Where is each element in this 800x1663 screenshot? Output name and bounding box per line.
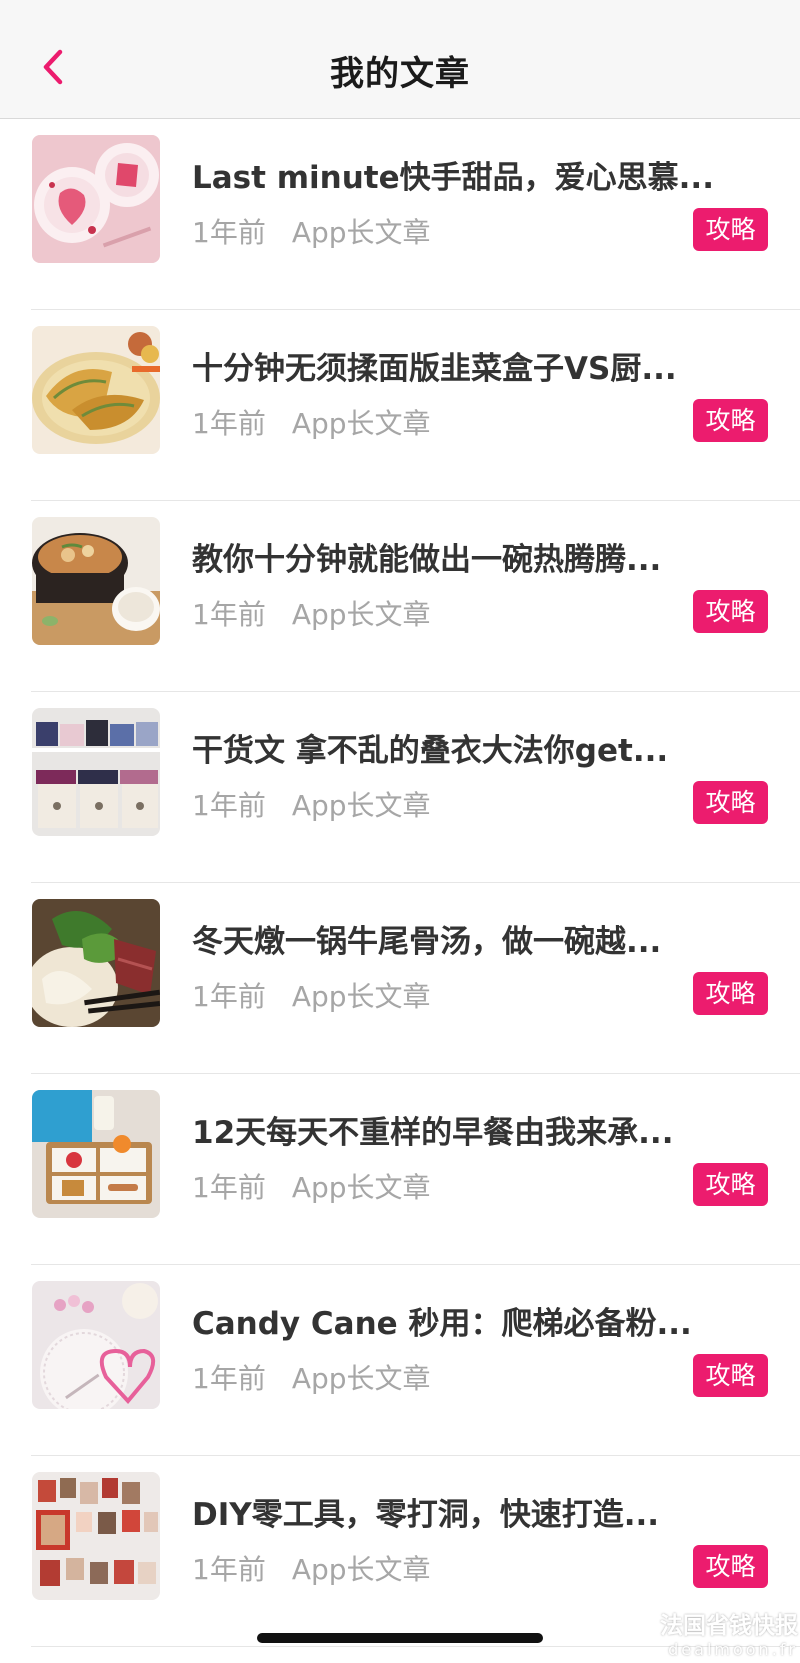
article-tag-badge[interactable]: 攻略: [693, 590, 768, 633]
article-list: Last minute快手甜品，爱心思慕... 1年前 App长文章 攻略 十分钟…: [0, 119, 800, 1647]
article-tag-badge[interactable]: 攻略: [693, 1354, 768, 1397]
page-title: 我的文章: [330, 54, 470, 94]
article-meta: 1年前 App长文章: [192, 784, 431, 824]
article-item[interactable]: Last minute快手甜品，爱心思慕... 1年前 App长文章 攻略: [0, 119, 800, 310]
article-meta: 1年前 App长文章: [192, 1357, 431, 1397]
watermark-line1: 法国省钱快报: [660, 1613, 798, 1639]
article-meta: 1年前 App长文章: [192, 975, 431, 1015]
article-item[interactable]: 12天每天不重样的早餐由我来承... 1年前 App长文章 攻略: [0, 1074, 800, 1265]
article-thumbnail: [32, 1281, 160, 1409]
article-title: Candy Cane 秒用：爬梯必备粉...: [192, 1306, 692, 1342]
article-meta: 1年前 App长文章: [192, 402, 431, 442]
article-tag-badge[interactable]: 攻略: [693, 399, 768, 442]
article-title: 十分钟无须揉面版韭菜盒子VS厨...: [192, 351, 677, 387]
article-thumbnail: [32, 135, 160, 263]
watermark-line2: dealmoon.fr: [668, 1640, 798, 1659]
article-thumbnail: [32, 899, 160, 1027]
article-meta: 1年前 App长文章: [192, 593, 431, 633]
article-source: App长文章: [291, 216, 431, 249]
watermark: 法国省钱快报 dealmoon.fr: [660, 1606, 798, 1659]
article-tag-badge[interactable]: 攻略: [693, 781, 768, 824]
article-thumbnail: [32, 517, 160, 645]
article-thumbnail: [32, 326, 160, 454]
article-tag-badge[interactable]: 攻略: [693, 1545, 768, 1588]
article-source: App长文章: [291, 789, 431, 822]
article-source: App长文章: [291, 1362, 431, 1395]
article-item[interactable]: 十分钟无须揉面版韭菜盒子VS厨... 1年前 App长文章 攻略: [0, 310, 800, 501]
article-source: App长文章: [291, 1553, 431, 1586]
article-time: 1年前: [192, 216, 266, 249]
article-time: 1年前: [192, 598, 266, 631]
article-item[interactable]: 干货文 拿不乱的叠衣大法你get... 1年前 App长文章 攻略: [0, 692, 800, 883]
article-item[interactable]: 教你十分钟就能做出一碗热腾腾... 1年前 App长文章 攻略: [0, 501, 800, 692]
home-indicator[interactable]: [257, 1633, 543, 1643]
article-tag-badge[interactable]: 攻略: [693, 972, 768, 1015]
article-title: Last minute快手甜品，爱心思慕...: [192, 160, 714, 196]
article-time: 1年前: [192, 1171, 266, 1204]
article-thumbnail: [32, 708, 160, 836]
nav-bar: 我的文章: [0, 0, 800, 119]
article-source: App长文章: [291, 1171, 431, 1204]
article-time: 1年前: [192, 407, 266, 440]
article-meta: 1年前 App长文章: [192, 211, 431, 251]
article-meta: 1年前 App长文章: [192, 1548, 431, 1588]
article-time: 1年前: [192, 1553, 266, 1586]
article-title: 教你十分钟就能做出一碗热腾腾...: [192, 542, 662, 578]
article-title: 干货文 拿不乱的叠衣大法你get...: [192, 733, 669, 769]
article-time: 1年前: [192, 980, 266, 1013]
article-item[interactable]: 冬天燉一锅牛尾骨汤，做一碗越... 1年前 App长文章 攻略: [0, 883, 800, 1074]
article-meta: 1年前 App长文章: [192, 1166, 431, 1206]
article-time: 1年前: [192, 789, 266, 822]
article-tag-badge[interactable]: 攻略: [693, 208, 768, 251]
article-title: DIY零工具，零打洞，快速打造...: [192, 1497, 660, 1533]
article-title: 冬天燉一锅牛尾骨汤，做一碗越...: [192, 924, 662, 960]
article-title: 12天每天不重样的早餐由我来承...: [192, 1115, 674, 1151]
article-source: App长文章: [291, 980, 431, 1013]
article-time: 1年前: [192, 1362, 266, 1395]
article-item[interactable]: Candy Cane 秒用：爬梯必备粉... 1年前 App长文章 攻略: [0, 1265, 800, 1456]
article-source: App长文章: [291, 598, 431, 631]
article-source: App长文章: [291, 407, 431, 440]
article-thumbnail: [32, 1472, 160, 1600]
article-thumbnail: [32, 1090, 160, 1218]
article-tag-badge[interactable]: 攻略: [693, 1163, 768, 1206]
